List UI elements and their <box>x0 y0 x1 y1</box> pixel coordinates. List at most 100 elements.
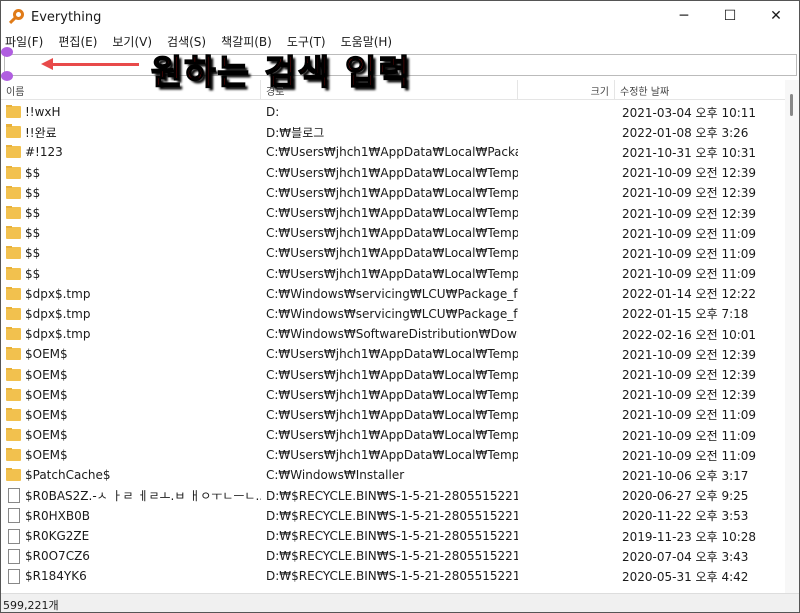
cell-date: 2021-10-09 오전 11:09 <box>622 448 757 463</box>
cell-name: $OEM$ <box>1 448 261 462</box>
cell-path: C:₩Windows₩servicing₩LCU₩Package_for_... <box>266 306 518 321</box>
file-icon <box>8 488 20 504</box>
cell-name: $R0KG2ZE <box>1 528 261 544</box>
table-row[interactable]: $OEM$ C:₩Users₩jhch1₩AppData₩Local₩Temp₩1… <box>1 385 786 405</box>
cell-date: 2022-01-14 오전 12:22 <box>622 287 757 302</box>
table-row[interactable]: $$ C:₩Users₩jhch1₩AppData₩Local₩Temp₩30..… <box>1 264 786 284</box>
scrollbar-thumb[interactable] <box>790 94 793 116</box>
cell-date: 2020-07-04 오후 3:43 <box>622 549 749 564</box>
result-count: 599,221개 <box>3 599 59 612</box>
everything-app-icon <box>8 9 25 25</box>
file-name: $$ <box>25 226 41 241</box>
cell-path: C:₩Windows₩Installer <box>266 468 405 483</box>
menu-edit[interactable]: 편집(E) <box>58 33 97 51</box>
cell-path: C:₩Users₩jhch1₩AppData₩Local₩Temp₩10... <box>266 367 518 382</box>
cell-date: 2020-05-31 오후 4:42 <box>622 569 749 584</box>
file-name: $dpx$.tmp <box>25 306 91 321</box>
table-row[interactable]: $R0KG2ZE D:₩$RECYCLE.BIN₩S-1-5-21-2805515… <box>1 526 786 546</box>
folder-icon <box>6 206 21 220</box>
cell-name: $dpx$.tmp <box>1 327 261 341</box>
table-row[interactable]: $OEM$ C:₩Users₩jhch1₩AppData₩Local₩Temp₩3… <box>1 445 786 465</box>
table-row[interactable]: $R0O7CZ6 D:₩$RECYCLE.BIN₩S-1-5-21-2805515… <box>1 546 786 566</box>
table-row[interactable]: $OEM$ C:₩Users₩jhch1₩AppData₩Local₩Temp₩1… <box>1 344 786 364</box>
table-row[interactable]: !!완료 D:₩블로그 2022-01-08 오후 3:26 <box>1 122 786 142</box>
folder-icon <box>6 165 21 179</box>
cell-name: $$ <box>1 226 261 240</box>
arrow-left-icon <box>41 58 139 70</box>
minimize-button[interactable]: ─ <box>661 1 707 31</box>
table-row[interactable]: $OEM$ C:₩Users₩jhch1₩AppData₩Local₩Temp₩3… <box>1 425 786 445</box>
folder-icon <box>6 246 21 260</box>
table-row[interactable]: $R0BAS2Z.-ㅅ ㅏㄹ ㅔㄹㅗ.ㅂ ㅐㅇㅜㄴㅡㄴ... D:₩$RECYCL… <box>1 486 786 506</box>
column-size[interactable]: 크기 <box>518 80 615 99</box>
file-name: $$ <box>25 266 41 281</box>
table-row[interactable]: #!123 C:₩Users₩jhch1₩AppData₩Local₩Packag… <box>1 142 786 162</box>
cell-name: $$ <box>1 266 261 281</box>
cell-name: $dpx$.tmp <box>1 306 261 321</box>
cell-path: C:₩Users₩jhch1₩AppData₩Local₩Temp₩10... <box>266 206 518 221</box>
file-name: $OEM$ <box>25 367 68 382</box>
menu-view[interactable]: 보기(V) <box>112 33 152 51</box>
folder-icon <box>6 468 21 482</box>
folder-icon <box>6 448 21 462</box>
title-bar: Everything ─ ☐ ✕ <box>1 1 799 33</box>
cell-name: $R184YK6 <box>1 568 261 584</box>
status-bar: 599,221개 <box>1 593 799 612</box>
table-row[interactable]: $$ C:₩Users₩jhch1₩AppData₩Local₩Temp₩30..… <box>1 243 786 263</box>
cell-path: C:₩Users₩jhch1₩AppData₩Local₩Temp₩30... <box>266 448 518 463</box>
cell-name: $$ <box>1 206 261 220</box>
close-button[interactable]: ✕ <box>753 1 799 31</box>
cell-path: C:₩Users₩jhch1₩AppData₩Local₩Temp₩10... <box>266 387 518 402</box>
folder-icon <box>6 185 21 199</box>
folder-icon <box>6 347 21 361</box>
cell-name: $dpx$.tmp <box>1 286 261 301</box>
table-row[interactable]: $OEM$ C:₩Users₩jhch1₩AppData₩Local₩Temp₩1… <box>1 364 786 384</box>
vertical-scrollbar[interactable] <box>785 80 799 595</box>
file-name: !!완료 <box>25 125 57 140</box>
folder-icon <box>6 286 21 300</box>
table-row[interactable]: $dpx$.tmp C:₩Windows₩servicing₩LCU₩Packag… <box>1 304 786 324</box>
file-icon <box>8 548 20 564</box>
cell-date: 2021-10-09 오전 11:09 <box>622 428 757 443</box>
table-row[interactable]: $dpx$.tmp C:₩Windows₩SoftwareDistribution… <box>1 324 786 344</box>
cell-date: 2021-10-09 오전 11:09 <box>622 267 757 282</box>
cell-name: $OEM$ <box>1 407 261 422</box>
table-row[interactable]: !!wxH D: 2021-03-04 오후 10:11 <box>1 102 786 122</box>
cell-date: 2021-10-09 오전 12:39 <box>622 368 757 383</box>
cell-path: C:₩Users₩jhch1₩AppData₩Local₩Temp₩30... <box>266 246 518 261</box>
table-row[interactable]: $$ C:₩Users₩jhch1₩AppData₩Local₩Temp₩10..… <box>1 163 786 183</box>
folder-icon <box>6 407 21 421</box>
table-row[interactable]: $R184YK6 D:₩$RECYCLE.BIN₩S-1-5-21-2805515… <box>1 566 786 586</box>
maximize-button[interactable]: ☐ <box>707 1 753 31</box>
file-icon <box>8 508 20 524</box>
file-name: $R0KG2ZE <box>25 529 90 544</box>
cell-date: 2020-06-27 오후 9:25 <box>622 489 749 504</box>
cell-name: $R0O7CZ6 <box>1 548 261 564</box>
cell-path: C:₩Users₩jhch1₩AppData₩Local₩Temp₩30... <box>266 428 518 443</box>
table-row[interactable]: $$ C:₩Users₩jhch1₩AppData₩Local₩Temp₩10..… <box>1 183 786 203</box>
file-name: $R184YK6 <box>25 569 87 584</box>
table-row[interactable]: $$ C:₩Users₩jhch1₩AppData₩Local₩Temp₩10..… <box>1 203 786 223</box>
cell-path: C:₩Windows₩servicing₩LCU₩Package_for_... <box>266 286 518 301</box>
cell-path: D:₩$RECYCLE.BIN₩S-1-5-21-2805515221-42..… <box>266 529 518 544</box>
cell-path: C:₩Users₩jhch1₩AppData₩Local₩Temp₩10... <box>266 347 518 362</box>
table-row[interactable]: $PatchCache$ C:₩Windows₩Installer 2021-10-… <box>1 465 786 485</box>
table-row[interactable]: $R0HXB0B D:₩$RECYCLE.BIN₩S-1-5-21-2805515… <box>1 506 786 526</box>
column-name[interactable]: 이름 <box>1 80 261 99</box>
column-path[interactable]: 경로 <box>261 80 518 99</box>
folder-icon <box>6 124 21 139</box>
file-name: $$ <box>25 246 41 261</box>
cell-path: D:₩$RECYCLE.BIN₩S-1-5-21-2805515221-42..… <box>266 549 518 564</box>
file-name: $dpx$.tmp <box>25 327 91 342</box>
table-row[interactable]: $dpx$.tmp C:₩Windows₩servicing₩LCU₩Packag… <box>1 284 786 304</box>
cell-date: 2021-10-09 오전 11:09 <box>622 226 757 241</box>
folder-icon <box>6 226 21 240</box>
file-name: $dpx$.tmp <box>25 286 91 301</box>
table-row[interactable]: $$ C:₩Users₩jhch1₩AppData₩Local₩Temp₩30..… <box>1 223 786 243</box>
file-name: $OEM$ <box>25 448 68 463</box>
window-title: Everything <box>31 9 102 25</box>
file-name: $R0O7CZ6 <box>25 549 90 564</box>
file-name: #!123 <box>25 145 63 160</box>
table-row[interactable]: $OEM$ C:₩Users₩jhch1₩AppData₩Local₩Temp₩3… <box>1 405 786 425</box>
column-date-modified[interactable]: 수정한 날짜 <box>615 80 786 99</box>
